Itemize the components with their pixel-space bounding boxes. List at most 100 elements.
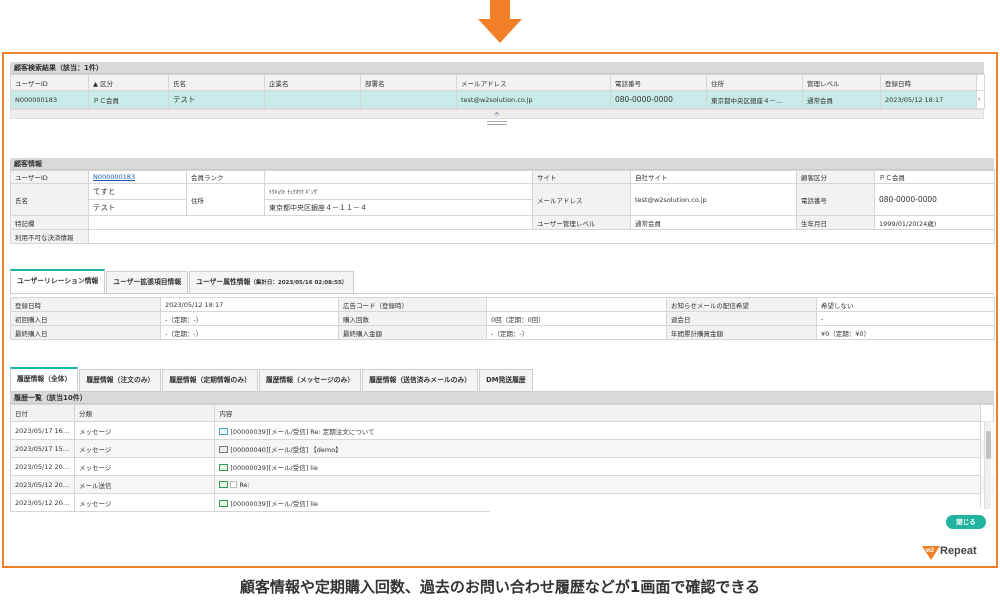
reg-value: 2023/05/12 18:17 bbox=[160, 297, 339, 312]
site-label: サイト bbox=[532, 170, 631, 184]
notes-label: 特記欄 bbox=[10, 215, 89, 230]
col-address[interactable]: 住所 bbox=[706, 74, 803, 91]
col-department[interactable]: 部署名 bbox=[360, 74, 457, 91]
address-label: 住所 bbox=[186, 183, 265, 216]
tab-dm-history[interactable]: DM発送履歴 bbox=[479, 369, 533, 391]
user-id-link[interactable]: N000000183 bbox=[93, 173, 135, 181]
mini-scroll-icon[interactable]: ⬍ bbox=[976, 90, 985, 109]
customer-info-title: 顧客情報 bbox=[10, 158, 994, 170]
history-table: 日付 分類 内容 2023/05/17 16:24:21 メッセージ [0000… bbox=[10, 404, 994, 512]
history-type: メッセージ bbox=[74, 457, 216, 476]
tab-history-subscriptions[interactable]: 履歴情報（定期情報のみ） bbox=[162, 369, 258, 391]
annual-amount-value: ¥0（定期：¥0） bbox=[816, 325, 995, 340]
unavailable-payment-label: 利用不可な決済情報 bbox=[10, 229, 89, 244]
relation-tabs: ユーザーリレーション情報 ユーザー拡張項目情報 ユーザー属性情報（集計日：202… bbox=[10, 269, 994, 294]
history-date: 2023/05/12 20:19:30 bbox=[10, 457, 76, 476]
table-row[interactable]: N000000183 ＰＣ会員 テスト test@w2solution.co.j… bbox=[10, 90, 985, 109]
history-list: 日付 分類 内容 2023/05/17 16:24:21 メッセージ [0000… bbox=[10, 404, 994, 514]
user-id-label: ユーザーID bbox=[10, 170, 89, 184]
mail-value: 希望しない bbox=[816, 297, 995, 312]
address-value: 東京都中央区銀座４－１１－４ bbox=[264, 199, 533, 216]
checkbox-icon[interactable] bbox=[230, 481, 238, 488]
history-content-text: [00000040][メール/受信] 【demo】 bbox=[230, 445, 342, 454]
table-row[interactable]: 2023/05/17 15:53:04 メッセージ [00000040][メール… bbox=[10, 439, 994, 458]
cell-user-id: N000000183 bbox=[10, 90, 89, 109]
tab-user-relation[interactable]: ユーザーリレーション情報 bbox=[10, 269, 106, 293]
notes-value bbox=[88, 215, 533, 230]
rank-label: 会員ランク bbox=[186, 170, 265, 184]
last-purchase-value: -（定期：-） bbox=[160, 325, 339, 340]
col-phone[interactable]: 電話番号 bbox=[610, 74, 707, 91]
history-content[interactable]: [00000039][メール/受信] lie bbox=[214, 457, 981, 476]
close-button[interactable]: 閉じる bbox=[946, 515, 986, 529]
table-row[interactable]: 2023/05/17 16:24:21 メッセージ [00000039][メール… bbox=[10, 421, 994, 440]
relation-table: 登録日時 2023/05/12 18:17 広告コード（登録時） お知らせメール… bbox=[10, 297, 995, 340]
history-content-text: [00000039][メール/受信] lie bbox=[230, 463, 318, 472]
col-type[interactable]: 分類 bbox=[74, 404, 216, 422]
col-level[interactable]: 管理レベル bbox=[802, 74, 881, 91]
email-value: test@w2solution.co.jp bbox=[630, 183, 797, 216]
svg-text:w2: w2 bbox=[925, 548, 935, 554]
w2-repeat-logo: w2 Repeat bbox=[920, 540, 982, 562]
history-date: 2023/05/12 20:19:50 bbox=[10, 493, 76, 512]
history-tabs: 履歴情報（全体） 履歴情報（注文のみ） 履歴情報（定期情報のみ） 履歴情報（メッ… bbox=[10, 367, 994, 392]
tab-user-attribute[interactable]: ユーザー属性情報（集計日：2023/05/16 02:08:55） bbox=[189, 271, 355, 293]
level-value: 通常会員 bbox=[630, 215, 797, 230]
tab-history-orders[interactable]: 履歴情報（注文のみ） bbox=[79, 369, 162, 391]
history-type: メッセージ bbox=[74, 493, 216, 512]
first-purchase-value: -（定期：-） bbox=[160, 311, 339, 326]
site-value: 自社サイト bbox=[630, 170, 797, 184]
tab-history-sent-mail[interactable]: 履歴情報（送信済みメールのみ） bbox=[362, 369, 479, 391]
unavailable-payment-value bbox=[88, 229, 995, 244]
history-content[interactable]: [00000040][メール/受信] 【demo】 bbox=[214, 439, 981, 458]
history-content[interactable]: Re: bbox=[214, 475, 981, 494]
last-amount-label: 最終購入金額 bbox=[338, 325, 487, 340]
name-kana: てすと bbox=[88, 183, 187, 200]
mail-label: お知らせメールの配信希望 bbox=[666, 297, 817, 312]
down-arrow-icon bbox=[478, 0, 522, 44]
col-content[interactable]: 内容 bbox=[214, 404, 981, 422]
phone-value: 080-0000-0000 bbox=[874, 183, 995, 216]
tab-user-extension[interactable]: ユーザー拡張項目情報 bbox=[106, 271, 189, 293]
scrollbar-thumb[interactable] bbox=[986, 431, 991, 459]
mail-received-icon bbox=[219, 500, 229, 507]
col-category[interactable]: ▲ 区分 bbox=[88, 74, 169, 91]
address-kana: ﾄｳｷｮｳﾄ ﾁｭｳｵｳｸ ｷﾞﾝｻﾞ bbox=[264, 183, 533, 200]
reg-label: 登録日時 bbox=[10, 297, 161, 312]
history-list-title: 履歴一覧（該当10件） bbox=[10, 392, 994, 404]
search-results-title: 顧客検索結果（該当：1件） bbox=[10, 62, 984, 74]
history-date: 2023/05/17 16:24:21 bbox=[10, 421, 76, 440]
table-row[interactable]: 2023/05/12 20:19:28 メール送信 Re: bbox=[10, 475, 994, 494]
relation-section: ユーザーリレーション情報 ユーザー拡張項目情報 ユーザー属性情報（集計日：202… bbox=[10, 269, 995, 340]
level-label: ユーザー管理レベル bbox=[532, 215, 631, 230]
history-scrollbar[interactable] bbox=[984, 421, 991, 509]
col-user-id[interactable]: ユーザーID bbox=[10, 74, 89, 91]
birth-label: 生年月日 bbox=[796, 215, 875, 230]
history-section: 履歴情報（全体） 履歴情報（注文のみ） 履歴情報（定期情報のみ） 履歴情報（メッ… bbox=[10, 367, 994, 514]
table-row[interactable]: 2023/05/12 20:19:30 メッセージ [00000039][メール… bbox=[10, 457, 994, 476]
col-name[interactable]: 氏名 bbox=[168, 74, 265, 91]
scroll-gutter bbox=[976, 74, 985, 91]
col-company[interactable]: 企業名 bbox=[264, 74, 361, 91]
col-date[interactable]: 日付 bbox=[10, 404, 76, 422]
search-results-panel: 顧客検索結果（該当：1件） ユーザーID ▲ 区分 氏名 企業名 部署名 メール… bbox=[10, 62, 985, 125]
col-registered[interactable]: 登録日時 bbox=[880, 74, 977, 91]
splitter-bar[interactable]: ⬘ bbox=[10, 109, 984, 119]
name-value: テスト bbox=[88, 199, 187, 216]
customer-info-table: ユーザーID N000000183 会員ランク サイト 自社サイト 顧客区分 Ｐ… bbox=[10, 170, 995, 244]
col-email[interactable]: メールアドレス bbox=[456, 74, 611, 91]
history-content[interactable]: [00000039][メール/受信] Re: 定期注文について bbox=[214, 421, 981, 440]
category-label: 顧客区分 bbox=[796, 170, 875, 184]
cell-category: ＰＣ会員 bbox=[88, 90, 169, 109]
resize-handle-icon[interactable] bbox=[487, 121, 507, 125]
ad-value bbox=[486, 297, 667, 312]
tab-history-all[interactable]: 履歴情報（全体） bbox=[10, 367, 79, 391]
splitter-up-icon: ⬘ bbox=[494, 110, 500, 118]
mail-sent-icon bbox=[219, 481, 229, 488]
logo-text: Repeat bbox=[940, 545, 977, 557]
page-caption: 顧客情報や定期購入回数、過去のお問い合わせ履歴などが1画面で確認できる bbox=[239, 578, 761, 596]
history-type: メッセージ bbox=[74, 439, 216, 458]
history-content-text: [00000039][メール/受信] lie bbox=[230, 499, 318, 508]
ad-label: 広告コード（登録時） bbox=[338, 297, 487, 312]
tab-history-messages[interactable]: 履歴情報（メッセージのみ） bbox=[258, 369, 362, 391]
